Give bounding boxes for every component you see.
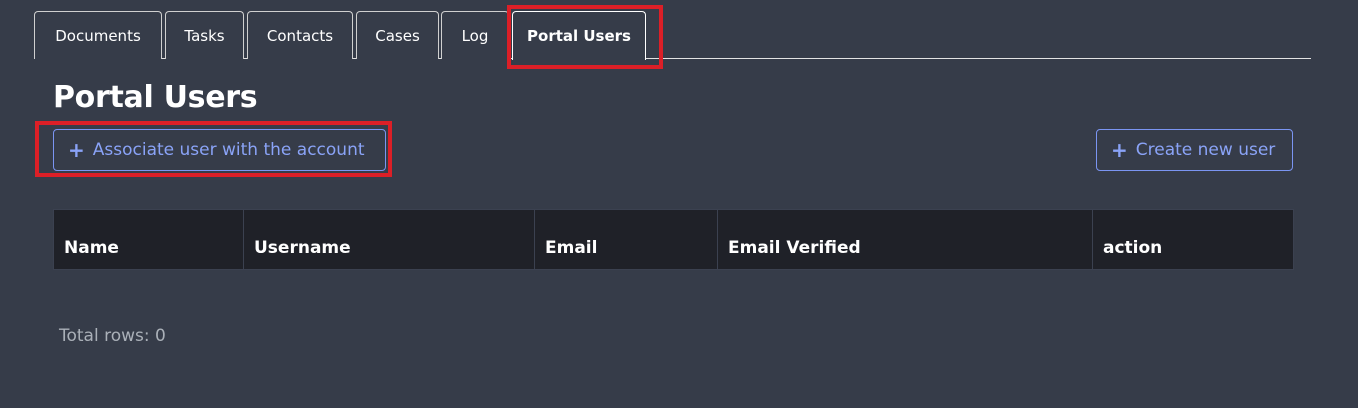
plus-icon: + [1111,138,1128,162]
tab-log[interactable]: Log [441,11,509,59]
plus-icon: + [68,138,85,162]
tab-contacts[interactable]: Contacts [247,11,353,59]
associate-user-label: Associate user with the account [92,140,365,160]
column-header-email[interactable]: Email [534,209,718,270]
tab-bar: Documents Tasks Contacts Cases Log Porta… [34,11,1311,60]
column-header-email-verified[interactable]: Email Verified [717,209,1093,270]
column-header-action: action [1092,209,1294,270]
portal-users-table: Name Username Email Email Verified actio… [53,209,1294,270]
table-header-row: Name Username Email Email Verified actio… [53,209,1294,270]
total-rows-count: Total rows: 0 [59,326,166,346]
portal-users-page: Documents Tasks Contacts Cases Log Porta… [0,0,1358,408]
create-new-user-button[interactable]: + Create new user [1096,129,1293,171]
column-header-name[interactable]: Name [53,209,244,270]
tab-portal-users[interactable]: Portal Users [512,11,646,60]
tab-tasks[interactable]: Tasks [165,11,244,59]
tab-documents[interactable]: Documents [34,11,162,59]
create-new-user-label: Create new user [1135,140,1276,160]
associate-user-button[interactable]: + Associate user with the account [53,129,386,171]
page-title: Portal Users [53,80,258,115]
column-header-username[interactable]: Username [243,209,535,270]
tab-cases[interactable]: Cases [356,11,439,59]
